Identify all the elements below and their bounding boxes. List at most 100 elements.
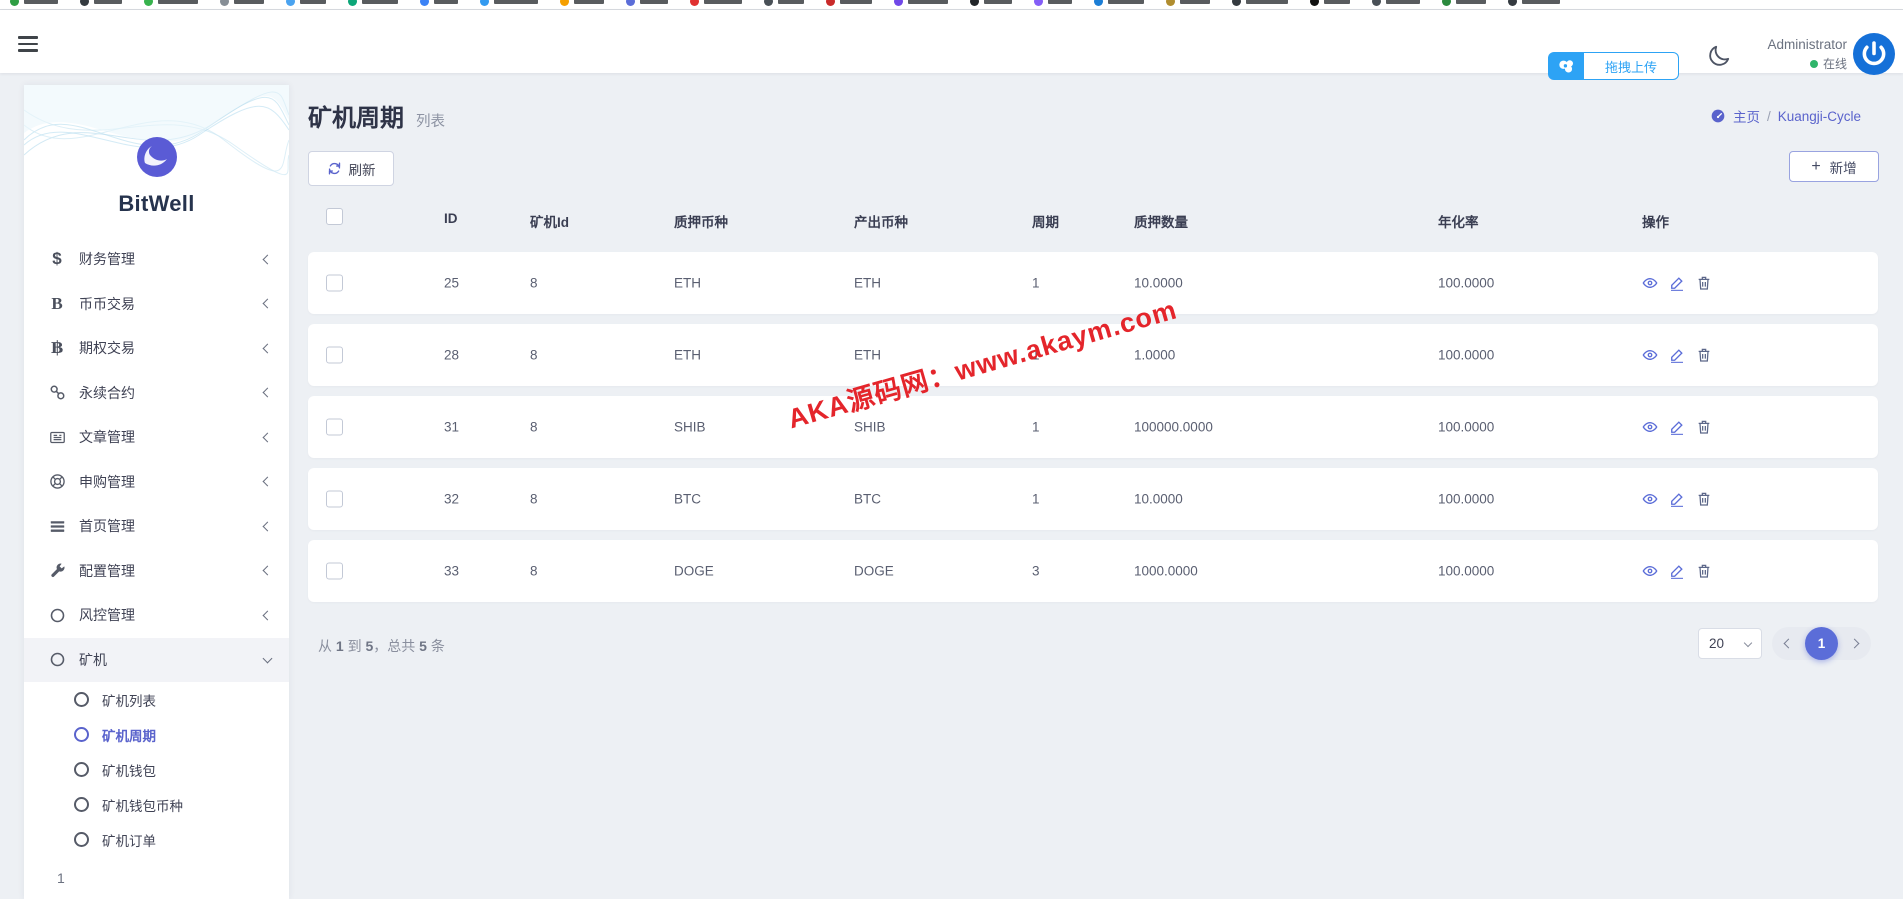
bookmark-item[interactable] [970, 0, 1012, 6]
table-row: 25 8 ETH ETH 1 10.0000 100.0000 [308, 252, 1878, 314]
sidebar-subitem-label: 矿机列表 [102, 690, 156, 710]
bookmark-item[interactable] [480, 0, 538, 6]
sidebar-item-label: 配置管理 [79, 561, 264, 581]
sidebar-item-申购管理[interactable]: 申购管理 [24, 460, 289, 505]
prev-page-icon[interactable] [1784, 639, 1794, 649]
sidebar-item-矿机[interactable]: 矿机 [24, 638, 289, 683]
bookmark-favicon [220, 0, 229, 6]
cell-output-coin: ETH [854, 276, 881, 291]
bookmark-item[interactable] [1166, 0, 1210, 6]
cell-apr: 100.0000 [1438, 492, 1494, 507]
bookmark-item[interactable] [80, 0, 122, 6]
cell-stake-coin: DOGE [674, 564, 714, 579]
circle-icon [74, 762, 89, 777]
bookmark-item[interactable] [1508, 0, 1560, 6]
bookmark-favicon [144, 0, 153, 6]
sidebar-item-永续合约[interactable]: 永续合约 [24, 371, 289, 416]
bookmark-item[interactable] [826, 0, 872, 6]
delete-trash-icon[interactable] [1696, 275, 1712, 291]
edit-pencil-icon[interactable] [1669, 419, 1685, 435]
cell-output-coin: SHIB [854, 420, 886, 435]
user-status-label: 在线 [1823, 55, 1847, 72]
sidebar-item-币币交易[interactable]: B 币币交易 [24, 282, 289, 327]
bookmark-item[interactable] [348, 0, 398, 6]
row-checkbox[interactable] [326, 347, 343, 364]
row-checkbox[interactable] [326, 491, 343, 508]
bookmark-item[interactable] [764, 0, 804, 6]
sidebar-item-期权交易[interactable]: ฿ 期权交易 [24, 326, 289, 371]
select-all-checkbox[interactable] [326, 208, 343, 225]
table-row: 33 8 DOGE DOGE 3 1000.0000 100.0000 [308, 540, 1878, 602]
sidebar-subitem-label: 矿机订单 [102, 830, 156, 850]
bookmark-item[interactable] [1232, 0, 1288, 6]
cell-cycle: 3 [1032, 564, 1040, 579]
bookmark-item[interactable] [1094, 0, 1144, 6]
hamburger-menu-icon[interactable] [18, 36, 38, 52]
edit-pencil-icon[interactable] [1669, 347, 1685, 363]
sidebar-item-风控管理[interactable]: 风控管理 [24, 593, 289, 638]
cell-miner-id: 8 [530, 564, 538, 579]
delete-trash-icon[interactable] [1696, 491, 1712, 507]
bookmark-item[interactable] [1442, 0, 1486, 6]
delete-trash-icon[interactable] [1696, 347, 1712, 363]
view-eye-icon[interactable] [1642, 419, 1658, 435]
cell-cycle: 1 [1032, 420, 1040, 435]
bookmark-favicon [1508, 0, 1517, 6]
circle-icon [74, 727, 89, 742]
bookmark-item[interactable] [894, 0, 948, 6]
delete-trash-icon[interactable] [1696, 563, 1712, 579]
page-size-select[interactable]: 20 [1698, 628, 1762, 659]
sidebar-item-label: 风控管理 [79, 605, 264, 625]
bookmark-label [158, 0, 198, 4]
breadcrumb-home-link[interactable]: 主页 [1733, 106, 1760, 126]
bookmark-item[interactable] [690, 0, 742, 6]
sidebar-subitem-矿机钱包[interactable]: 矿机钱包 [24, 752, 289, 787]
delete-trash-icon[interactable] [1696, 419, 1712, 435]
row-checkbox[interactable] [326, 419, 343, 436]
refresh-button[interactable]: 刷新 [308, 151, 394, 186]
sidebar-item-首页管理[interactable]: 首页管理 [24, 504, 289, 549]
sidebar-subitem-矿机钱包币种[interactable]: 矿机钱包币种 [24, 787, 289, 822]
dollar-icon: $ [46, 249, 68, 269]
bookmark-item[interactable] [10, 0, 58, 6]
bookmark-item[interactable] [1034, 0, 1072, 6]
drag-upload-button[interactable]: 拖拽上传 [1548, 52, 1679, 80]
chevron-icon [263, 299, 273, 309]
next-page-icon[interactable] [1850, 639, 1860, 649]
bookmark-item[interactable] [286, 0, 326, 6]
bookmark-item[interactable] [220, 0, 264, 6]
dark-mode-moon-icon[interactable] [1706, 43, 1734, 71]
user-info[interactable]: Administrator 在线 [1735, 37, 1847, 72]
bookmark-label [1246, 0, 1288, 4]
bookmark-item[interactable] [420, 0, 458, 6]
bookmark-favicon [480, 0, 489, 6]
sidebar-item-配置管理[interactable]: 配置管理 [24, 549, 289, 594]
view-eye-icon[interactable] [1642, 563, 1658, 579]
add-button[interactable]: + 新增 [1789, 151, 1879, 182]
sidebar-subitem-矿机周期[interactable]: 矿机周期 [24, 717, 289, 752]
sidebar-item-文章管理[interactable]: 文章管理 [24, 415, 289, 460]
chevron-icon [263, 521, 273, 531]
edit-pencil-icon[interactable] [1669, 563, 1685, 579]
bookmark-item[interactable] [560, 0, 604, 6]
bookmark-label [1324, 0, 1350, 4]
sidebar-item-财务管理[interactable]: $ 财务管理 [24, 237, 289, 282]
current-page-button[interactable]: 1 [1805, 627, 1838, 660]
avatar[interactable] [1853, 33, 1895, 75]
bookmark-item[interactable] [626, 0, 668, 6]
row-checkbox[interactable] [326, 563, 343, 580]
chevron-icon [263, 254, 273, 264]
view-eye-icon[interactable] [1642, 275, 1658, 291]
edit-pencil-icon[interactable] [1669, 491, 1685, 507]
table-row: 31 8 SHIB SHIB 1 100000.0000 100.0000 [308, 396, 1878, 458]
bookmark-item[interactable] [1310, 0, 1350, 6]
sidebar-subitem-矿机订单[interactable]: 矿机订单 [24, 822, 289, 857]
row-checkbox[interactable] [326, 275, 343, 292]
sidebar-subitem-矿机列表[interactable]: 矿机列表 [24, 682, 289, 717]
view-eye-icon[interactable] [1642, 347, 1658, 363]
bookmark-item[interactable] [144, 0, 198, 6]
edit-pencil-icon[interactable] [1669, 275, 1685, 291]
view-eye-icon[interactable] [1642, 491, 1658, 507]
bookmark-item[interactable] [1372, 0, 1420, 6]
sidebar-footer-text: 1 [24, 870, 289, 886]
